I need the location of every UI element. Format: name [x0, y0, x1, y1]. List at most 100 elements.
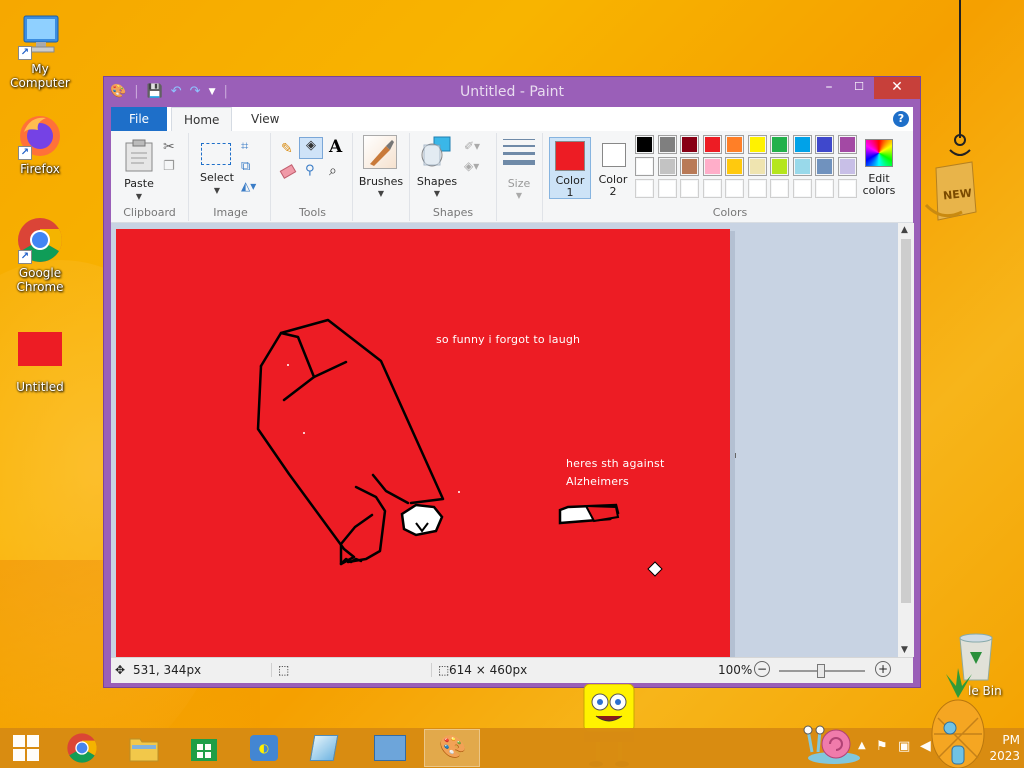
cursor-position-icon: ✥	[115, 663, 126, 677]
palette-swatch[interactable]	[725, 135, 744, 154]
canvas-workspace[interactable]: so funny i forgot to laugh heres sth aga…	[111, 223, 905, 657]
chevron-down-icon: ▼	[135, 192, 143, 201]
taskbar-store[interactable]	[176, 729, 232, 767]
palette-swatch[interactable]	[635, 157, 654, 176]
palette-swatch[interactable]	[635, 179, 654, 198]
outline-icon[interactable]: ✐▾	[464, 139, 480, 153]
close-button[interactable]: ✕	[874, 77, 920, 99]
palette-swatch[interactable]	[770, 157, 789, 176]
palette-swatch[interactable]	[792, 179, 812, 198]
palette-swatch[interactable]	[815, 135, 834, 154]
paste-button[interactable]: Paste ▼	[117, 137, 161, 201]
magnifier-icon[interactable]: ⌕	[329, 163, 337, 179]
clipboard-icon	[125, 139, 153, 172]
palette-swatch[interactable]	[770, 135, 789, 154]
palette-swatch[interactable]	[680, 135, 699, 154]
taskbar-app-spongebob[interactable]: ◐	[236, 729, 292, 767]
fill-icon[interactable]: ◈▾	[464, 159, 479, 173]
palette-swatch[interactable]	[702, 179, 722, 198]
help-icon[interactable]: ?	[893, 111, 909, 127]
folder-icon	[129, 738, 159, 762]
zoom-out-button[interactable]: −	[754, 661, 770, 677]
color1-swatch	[555, 141, 585, 171]
taskbar-control-panel[interactable]	[364, 729, 420, 767]
image-group-label: Image	[213, 206, 248, 219]
vertical-scrollbar[interactable]: ▲ ▼	[898, 223, 914, 657]
zoom-slider[interactable]	[779, 664, 865, 678]
brushes-button[interactable]: Brushes ▼	[355, 135, 407, 201]
tray-expand-icon[interactable]: ▲	[858, 740, 866, 751]
tab-view[interactable]: View	[239, 107, 291, 131]
clipboard-group: Paste ▼ ✂ ❐ Clipboard	[111, 133, 189, 221]
zoom-slider-thumb[interactable]	[817, 664, 825, 678]
eraser-icon[interactable]	[279, 164, 297, 179]
shapes-button[interactable]: Shapes ▼	[414, 135, 460, 201]
copy-icon[interactable]: ❐	[163, 159, 175, 174]
palette-swatch[interactable]	[680, 179, 699, 198]
palette-swatch[interactable]	[747, 179, 767, 198]
tab-file[interactable]: File	[111, 107, 167, 131]
maximize-button[interactable]: ☐	[844, 77, 874, 99]
taskbar-paint[interactable]: 🎨	[424, 729, 480, 767]
palette-swatch[interactable]	[635, 135, 654, 154]
chevron-down-icon: ▼	[377, 189, 385, 198]
palette-swatch[interactable]	[725, 179, 744, 198]
palette-swatch[interactable]	[837, 157, 857, 176]
palette-swatch[interactable]	[770, 179, 789, 198]
palette-swatch[interactable]	[657, 179, 677, 198]
desktop-icon-chrome[interactable]: ↗ Google Chrome	[0, 216, 80, 294]
scroll-down-arrow-icon[interactable]: ▼	[901, 645, 908, 655]
palette-swatch[interactable]	[725, 157, 744, 176]
palette-swatch[interactable]	[747, 157, 767, 176]
palette-swatch[interactable]	[792, 157, 812, 176]
desktop-icon-firefox[interactable]: ↗ Firefox	[0, 112, 80, 176]
color-picker-icon[interactable]: ⚲	[305, 163, 315, 178]
taskbar-chrome[interactable]	[56, 729, 112, 767]
desktop-icon-untitled[interactable]: Untitled	[0, 330, 80, 394]
cursor-position-text: 531, 344px	[133, 663, 202, 677]
palette-swatch[interactable]	[747, 135, 767, 154]
color2-button[interactable]: Color 2	[593, 137, 635, 199]
palette-swatch[interactable]	[702, 157, 722, 176]
start-button[interactable]	[0, 729, 56, 767]
drawing-canvas[interactable]: so funny i forgot to laugh heres sth aga…	[116, 229, 730, 657]
edit-colors-button[interactable]: Edit colors	[859, 137, 899, 199]
color1-button[interactable]: Color 1	[549, 137, 591, 199]
desktop-icon-label: Untitled	[16, 380, 64, 394]
title-bar[interactable]: 🎨 | 💾 ↶ ↷ ▼ | Untitled - Paint – ☐ ✕	[104, 77, 920, 107]
desktop-icon-my-computer[interactable]: ↗ My Computer	[0, 12, 80, 90]
scrollbar-thumb[interactable]	[901, 239, 911, 603]
palette-swatch[interactable]	[815, 179, 834, 198]
chevron-down-icon: ▼	[433, 189, 441, 198]
ribbon-home: Paste ▼ ✂ ❐ Clipboard Select ▼ ⌗ ⧉ ◭▾ Im…	[111, 131, 913, 223]
rotate-icon[interactable]: ◭▾	[241, 179, 256, 193]
palette-swatch[interactable]	[702, 135, 722, 154]
fill-bucket-icon[interactable]: ◈	[299, 137, 323, 159]
size-button[interactable]: Size ▼	[499, 133, 543, 221]
drawing-strokes	[256, 318, 663, 577]
palette-swatch[interactable]	[657, 157, 677, 176]
resize-icon[interactable]: ⧉	[241, 159, 250, 174]
cut-icon[interactable]: ✂	[163, 139, 175, 155]
system-clock[interactable]: PM 2023	[989, 732, 1020, 764]
text-tool-icon[interactable]: A	[329, 137, 342, 157]
scroll-up-arrow-icon[interactable]: ▲	[901, 225, 908, 235]
action-center-flag-icon[interactable]: ⚑	[876, 739, 888, 754]
select-button[interactable]: Select ▼	[195, 141, 235, 201]
minimize-button[interactable]: –	[814, 77, 844, 99]
tab-home[interactable]: Home	[171, 107, 233, 131]
palette-swatch[interactable]	[657, 135, 677, 154]
palette-swatch[interactable]	[837, 179, 857, 198]
palette-swatch[interactable]	[680, 157, 699, 176]
palette-swatch[interactable]	[815, 157, 834, 176]
taskbar-app-glass[interactable]	[296, 729, 352, 767]
paint-app-icon: 🎨	[439, 735, 467, 760]
palette-swatch[interactable]	[792, 135, 812, 154]
crop-icon[interactable]: ⌗	[241, 139, 248, 154]
taskbar-file-explorer[interactable]	[116, 729, 172, 767]
palette-swatch[interactable]	[837, 135, 857, 154]
zoom-in-button[interactable]: +	[875, 661, 891, 677]
shortcut-arrow-icon: ↗	[18, 46, 32, 60]
pencil-icon[interactable]: ✎	[281, 141, 293, 157]
network-icon[interactable]: ▣	[898, 739, 910, 754]
